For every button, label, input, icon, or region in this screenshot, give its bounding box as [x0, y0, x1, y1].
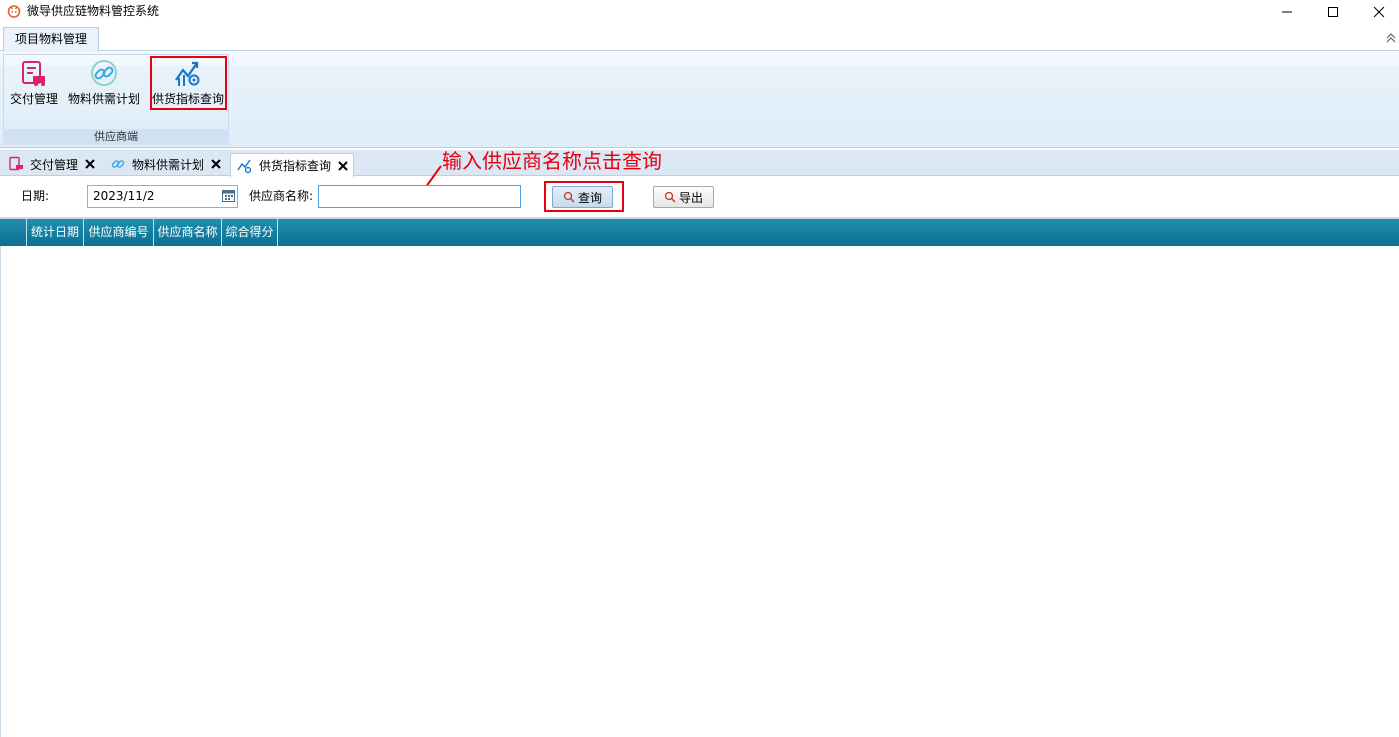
ribbon-button-delivery[interactable]: 交付管理 [7, 58, 61, 108]
column-header-supplier-code[interactable]: 供应商编号 [84, 219, 154, 246]
grid-row-selector-header[interactable] [0, 219, 27, 246]
close-icon [1373, 6, 1385, 18]
supplier-name-label: 供应商名称: [249, 189, 314, 203]
column-header-composite-score[interactable]: 综合得分 [222, 219, 278, 246]
close-tab-icon[interactable] [84, 158, 96, 170]
close-button[interactable] [1356, 0, 1399, 24]
close-tab-icon[interactable] [337, 160, 349, 172]
close-tab-icon[interactable] [210, 158, 222, 170]
ribbon-group-label: 供应商端 [3, 129, 229, 145]
tab-label: 供货指标查询 [259, 159, 332, 173]
window-title: 微导供应链物料管控系统 [27, 4, 160, 18]
supplier-name-input[interactable] [318, 185, 521, 208]
app-logo-icon [7, 5, 21, 18]
tab-label: 交付管理 [30, 157, 79, 172]
date-value[interactable]: 2023/11/2 [93, 188, 155, 204]
title-bar [0, 0, 1399, 27]
maximize-icon [1328, 7, 1338, 17]
grid-body[interactable] [0, 246, 1399, 737]
link-chain-icon [111, 160, 125, 168]
minimize-button[interactable] [1264, 0, 1310, 24]
delivery-truck-icon [9, 156, 23, 171]
ribbon-button-label: 交付管理 [9, 92, 58, 106]
ribbon-button-label: 物料供需计划 [67, 92, 140, 106]
delivery-truck-icon [22, 61, 45, 86]
tab-supply-metrics[interactable]: 供货指标查询 [230, 153, 354, 177]
export-button-label: 导出 [678, 190, 703, 205]
ribbon-tab-strip [0, 27, 1399, 51]
highlight-box-ribbon-button [150, 56, 227, 110]
ribbon-tab-project-material[interactable]: 项目物料管理 [3, 27, 99, 52]
tab-material-plan[interactable]: 物料供需计划 [104, 153, 224, 175]
minimize-icon [1282, 11, 1292, 13]
ribbon-button-material-plan[interactable]: 物料供需计划 [66, 58, 142, 108]
ribbon-collapse-icon[interactable] [1384, 30, 1398, 44]
tab-delivery[interactable]: 交付管理 [2, 153, 98, 175]
tab-label: 物料供需计划 [132, 157, 205, 172]
annotation-text: 输入供应商名称点击查询 [442, 149, 662, 173]
column-header-stat-date[interactable]: 统计日期 [27, 219, 84, 246]
link-chain-icon [91, 60, 117, 86]
search-icon [664, 191, 676, 203]
calendar-icon[interactable] [221, 188, 236, 203]
export-button[interactable]: 导出 [653, 186, 714, 208]
date-label: 日期: [21, 189, 50, 203]
column-header-supplier-name[interactable]: 供应商名称 [154, 219, 222, 246]
maximize-button[interactable] [1310, 0, 1356, 24]
highlight-box-query [544, 181, 624, 212]
chart-gear-icon [237, 159, 252, 173]
